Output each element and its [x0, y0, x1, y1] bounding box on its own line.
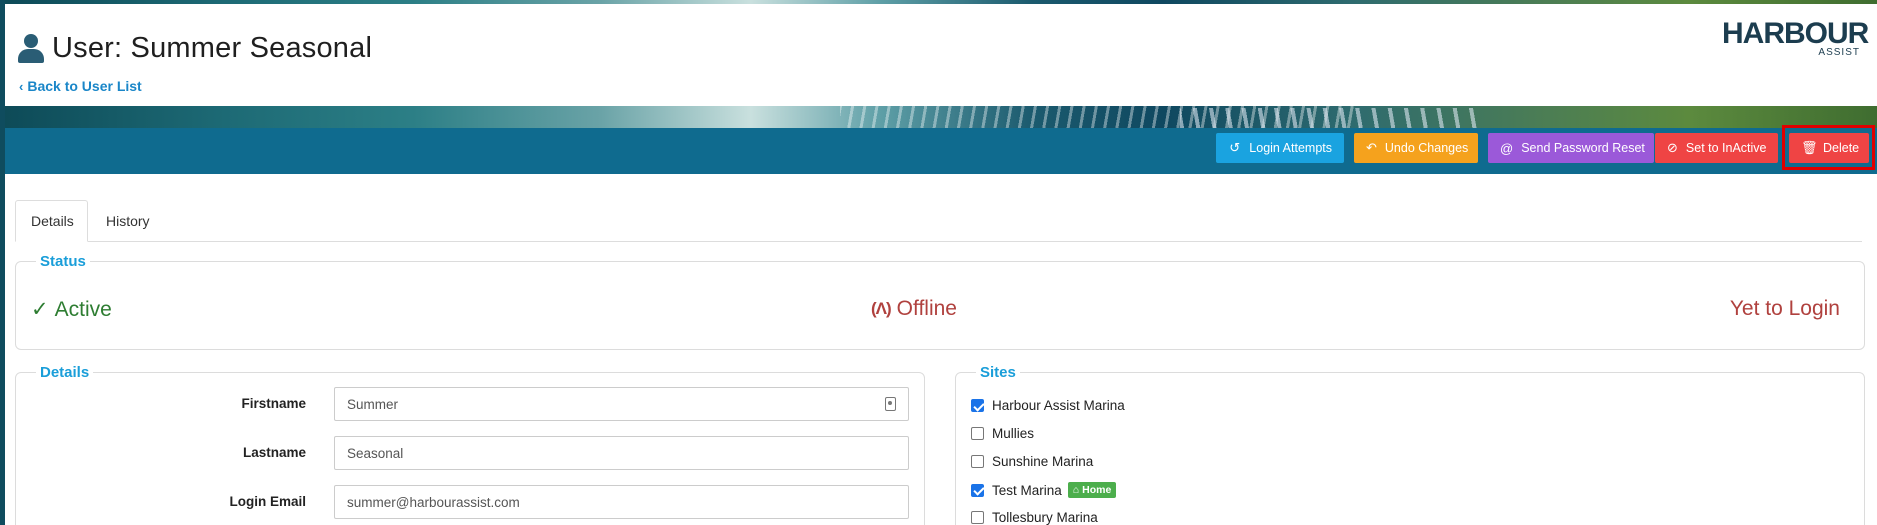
contact-card-icon: [885, 397, 896, 411]
firstname-label: Firstname: [241, 396, 306, 411]
logo-text: HARBOUR: [1722, 17, 1869, 50]
tab-bar: Details History: [15, 200, 1862, 242]
login-email-value: summer@harbourassist.com: [347, 494, 520, 510]
login-email-label: Login Email: [229, 494, 306, 509]
delete-label: Delete: [1823, 141, 1860, 155]
set-inactive-label: Set to InActive: [1685, 141, 1767, 155]
active-status: ✓ Active: [31, 297, 112, 322]
undo-changes-button[interactable]: ↶ Undo Changes: [1354, 133, 1478, 163]
back-link-label: Back to User List: [27, 78, 142, 94]
page-title: User: Summer Seasonal: [52, 32, 373, 64]
details-legend: Details: [36, 364, 94, 381]
site-checkbox[interactable]: [971, 511, 984, 524]
site-label: Sunshine Marina: [992, 454, 1094, 469]
sites-legend: Sites: [976, 364, 1020, 381]
site-checkbox[interactable]: [971, 455, 984, 468]
site-item[interactable]: Harbour Assist Marina: [971, 398, 1125, 413]
history-icon: ↺: [1229, 140, 1241, 155]
login-attempts-button[interactable]: ↺ Login Attempts: [1216, 133, 1344, 163]
site-checkbox[interactable]: [971, 399, 984, 412]
login-attempts-label: Login Attempts: [1249, 141, 1332, 155]
active-status-label: Active: [54, 297, 112, 321]
page-title-area: User: Summer Seasonal: [18, 32, 372, 65]
harbour-assist-logo: HARBOUR ASSIST: [1722, 17, 1869, 58]
site-item[interactable]: Tollesbury Marina: [971, 510, 1098, 525]
connection-status-label: Offline: [896, 297, 957, 320]
connection-status: (Λ) Offline: [871, 297, 957, 321]
set-inactive-button[interactable]: ⊘ Set to InActive: [1655, 133, 1778, 163]
delete-button[interactable]: 🗑 Delete: [1789, 133, 1869, 163]
undo-icon: ↶: [1366, 140, 1377, 155]
chevron-left-icon: ‹: [19, 78, 24, 94]
send-password-reset-button[interactable]: @ Send Password Reset: [1488, 133, 1654, 163]
lastname-value: Seasonal: [347, 445, 404, 461]
tab-details[interactable]: Details: [15, 200, 88, 242]
home-site-badge: ⌂ Home: [1067, 482, 1117, 498]
site-item[interactable]: Sunshine Marina: [971, 454, 1093, 469]
check-icon: ✓: [31, 298, 49, 321]
site-item[interactable]: Test Marina ⌂ Home: [971, 482, 1117, 498]
home-icon: ⌂: [1072, 484, 1080, 496]
status-legend: Status: [36, 253, 90, 270]
lastname-label: Lastname: [242, 445, 306, 460]
trash-icon: 🗑: [1801, 140, 1818, 155]
sites-panel: Sites Harbour Assist Marina Mullies Suns…: [955, 364, 1865, 525]
lastname-row: Lastname Seasonal: [16, 436, 926, 470]
site-checkbox[interactable]: [971, 427, 984, 440]
send-password-reset-label: Send Password Reset: [1521, 141, 1645, 155]
home-badge-label: Home: [1082, 484, 1112, 496]
firstname-field[interactable]: Summer: [334, 387, 909, 421]
tab-history[interactable]: History: [91, 200, 165, 242]
site-checkbox[interactable]: [971, 483, 984, 497]
login-email-row: Login Email summer@harbourassist.com: [16, 485, 926, 519]
login-email-field[interactable]: summer@harbourassist.com: [334, 485, 909, 519]
status-panel: Status ✓ Active (Λ) Offline Yet to Login: [15, 253, 1865, 350]
site-label: Tollesbury Marina: [992, 510, 1098, 525]
banner-boats: [1180, 108, 1480, 128]
at-sign-icon: @: [1500, 140, 1514, 156]
firstname-value: Summer: [347, 396, 399, 412]
site-label: Mullies: [992, 426, 1035, 441]
ban-icon: ⊘: [1667, 140, 1678, 155]
login-status: Yet to Login: [1729, 297, 1840, 320]
back-to-user-list-link[interactable]: ‹ Back to User List: [19, 78, 142, 94]
firstname-row: Firstname Summer: [16, 387, 926, 421]
user-icon: [18, 33, 44, 64]
site-item[interactable]: Mullies: [971, 426, 1034, 441]
site-label: Harbour Assist Marina: [992, 398, 1125, 413]
undo-changes-label: Undo Changes: [1384, 141, 1469, 155]
details-panel: Details Firstname Summer Lastname Season…: [15, 364, 926, 525]
broadcast-tower-icon: (Λ): [871, 299, 892, 318]
lastname-field[interactable]: Seasonal: [334, 436, 909, 470]
site-label: Test Marina: [992, 482, 1062, 498]
